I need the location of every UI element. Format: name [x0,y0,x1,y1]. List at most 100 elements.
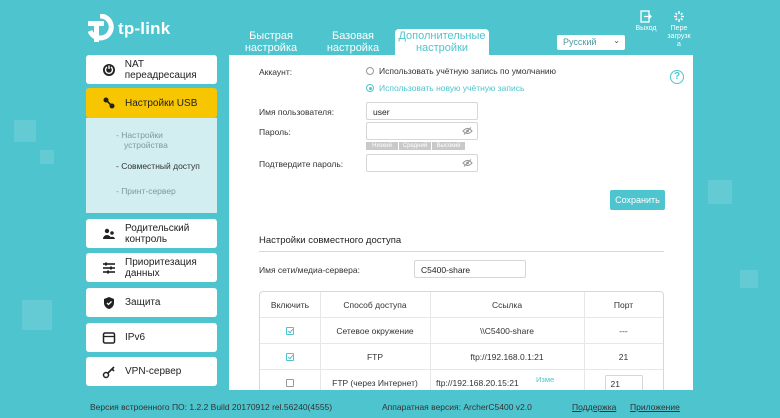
logout-button[interactable]: Выход [634,10,658,33]
account-label: Аккаунт: [259,67,293,77]
column-header: Включить [270,300,310,310]
nat-icon [101,62,117,78]
username-input[interactable]: user [366,102,478,120]
language-select[interactable]: Русский ⌄ [557,35,625,50]
reboot-icon [674,11,684,22]
footer: Версия встроенного ПО: 1.2.2 Build 20170… [0,394,780,418]
shield-icon [101,295,117,311]
save-button[interactable]: Сохранить [610,190,665,210]
server-name-label: Имя сети/медиа-сервера: [259,265,360,275]
password-label: Пароль: [259,127,291,137]
sidebar-subitem-sharing[interactable]: - Совместный доступ [116,161,200,171]
access-method: Сетевое окружение [336,326,414,336]
username-value: user [373,107,390,117]
column-header: Порт [613,300,634,310]
firmware-version: Версия встроенного ПО: 1.2.2 Build 20170… [90,402,333,412]
ipv6-icon [101,330,117,346]
hardware-version: Аппаратная версия: ArcherC5400 v2.0 [382,402,532,412]
access-method: FTP (через Интернет) [332,378,418,388]
tp-link-logo-icon [87,14,114,42]
sidebar-item-label: Приоритезация [125,256,197,268]
logout-icon [640,10,652,23]
access-method: FTP [366,352,384,362]
sidebar-subitem-label: - Принт-сервер [116,186,176,196]
sidebar-item-label: данных [125,267,160,279]
background-decoration [22,300,52,330]
port-value: 21 [610,378,620,389]
sidebar-item-label: Настройки USB [125,97,198,109]
sidebar-item-nat[interactable]: NAT переадресация [86,55,217,84]
app-link[interactable]: Приложение [630,402,680,412]
radio-label: Использовать учётную запись по умолчанию [379,66,557,76]
logout-label: Выход [635,25,657,32]
enable-checkbox[interactable] [286,379,294,387]
help-icon[interactable]: ? [670,70,684,84]
radio-icon [366,84,374,92]
sidebar-item-vpn[interactable]: VPN-сервер [86,357,217,386]
brand-name: tp-link [118,19,171,38]
sidebar-item-security[interactable]: Защита [86,288,217,317]
access-link: \\C5400-share [480,326,534,336]
tab-label: Базовая [331,30,375,42]
confirm-password-label: Подтвердите пароль: [259,159,344,169]
account-new-radio[interactable]: Использовать новую учётную запись [366,83,524,93]
reboot-label: а [677,41,681,48]
eye-slash-icon[interactable] [462,127,473,137]
background-decoration [14,120,36,142]
sidebar-item-ipv6[interactable]: IPv6 [86,323,217,352]
sidebar-item-usb[interactable]: Настройки USB [86,88,217,118]
enable-checkbox[interactable] [286,327,294,335]
username-label: Имя пользователя: [259,107,335,117]
confirm-password-input[interactable] [366,154,478,172]
access-port: 21 [618,352,629,362]
tab-label: настройка [244,42,298,54]
sidebar-item-label: Защита [125,297,161,308]
sidebar-subitem-label: - Совместный доступ [116,161,200,171]
section-divider [259,251,664,252]
sidebar-item-label: VPN-сервер [125,366,182,377]
edit-link[interactable]: Изме [536,375,554,384]
enable-checkbox[interactable] [286,353,294,361]
sidebar-item-parental-control[interactable]: Родительский контроль [86,219,217,248]
tab-label: Быстрая [249,30,293,42]
strength-low: Низкий [366,142,398,150]
password-strength-meter: Низкий Средний Высокий [366,142,466,150]
radio-label: Использовать новую учётную запись [379,83,525,93]
sharing-table: Включить Способ доступа Ссылка Порт Сете… [259,291,664,390]
sidebar-subitem-label: устройства [124,140,168,150]
port-input[interactable]: 21 [604,374,643,390]
parental-icon [101,226,117,242]
support-link[interactable]: Поддержка [572,402,616,412]
strength-medium: Средний [399,142,431,150]
table-row: Сетевое окружение \\C5400-share --- [260,318,663,344]
column-header: Ссылка [491,300,523,310]
chevron-down-icon: ⌄ [613,36,620,45]
password-input[interactable] [366,122,478,140]
server-name-value: C5400-share [421,265,471,275]
usb-icon [101,95,117,111]
vpn-icon [101,364,117,380]
sidebar-subitem-print-server[interactable]: - Принт-сервер [116,186,176,196]
eye-slash-icon[interactable] [462,159,473,169]
account-default-radio[interactable]: Использовать учётную запись по умолчанию [366,66,556,76]
tab-label: настройка [326,42,380,54]
tp-link-logo: tp-link [86,14,170,44]
reboot-button[interactable]: Пере загрузк а [666,10,692,49]
background-decoration [708,180,732,204]
sidebar-subitem-device-settings[interactable]: - Настройки устройства [116,130,168,150]
sidebar-subitem-label: - Настройки [116,130,163,140]
sidebar-item-qos[interactable]: Приоритезация данных [86,253,217,282]
background-decoration [740,270,758,288]
table-row: FTP (через Интернет) ftp://192.168.20.15… [260,370,663,390]
sidebar-item-label: контроль [125,233,168,245]
server-name-input[interactable]: C5400-share [414,260,526,278]
tab-basic[interactable]: Базовая настройка [322,30,384,54]
tab-label: настройки [415,42,469,54]
access-link: ftp://192.168.0.1:21 [470,352,544,362]
access-link: ftp://192.168.20.15:21 [436,378,519,388]
tab-quick-setup[interactable]: Быстрая настройка [243,30,299,54]
qos-icon [101,260,117,276]
tab-advanced[interactable]: Дополнительные настройки [395,29,489,56]
reboot-label: Пере [670,25,688,32]
tab-label: Дополнительные [398,30,486,42]
